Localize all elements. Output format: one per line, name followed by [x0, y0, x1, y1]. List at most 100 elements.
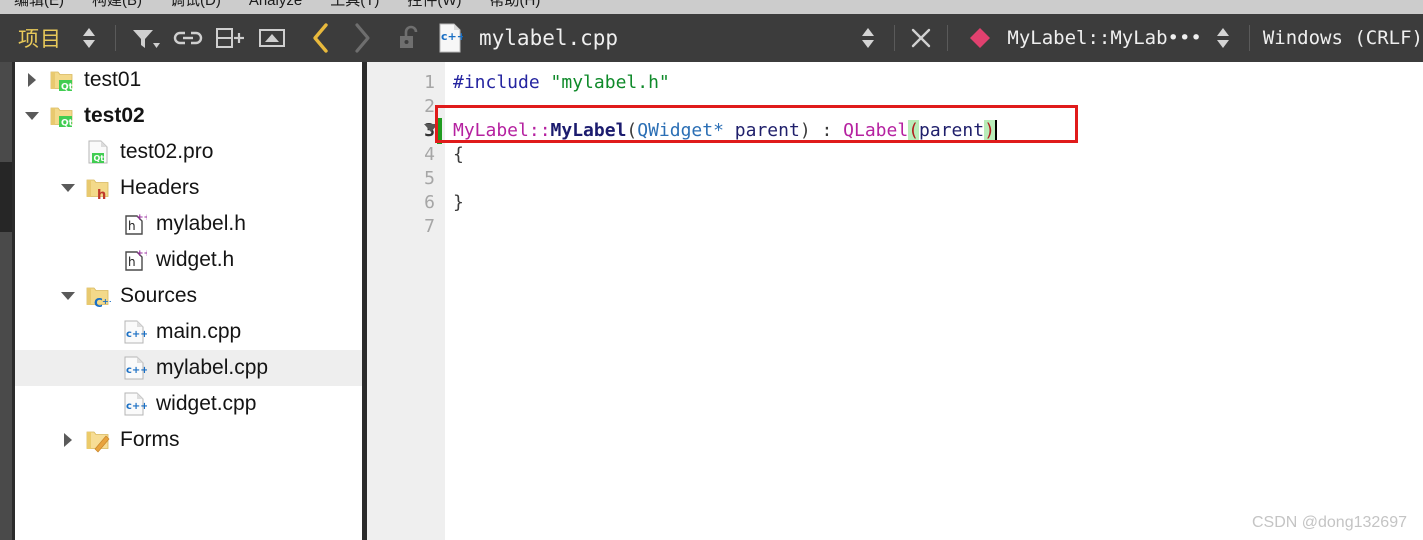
preprocessor-token: #include: [453, 72, 551, 93]
tree-item-headers[interactable]: h Headers: [15, 170, 362, 206]
qt-creator-window: 编辑(E) 构建(B) 调试(D) Analyze 工具(T) 控件(W) 帮助…: [0, 0, 1423, 540]
file-stepper-icon[interactable]: [851, 21, 885, 55]
cpp-file-icon: c++: [121, 355, 147, 381]
svg-text:h: h: [128, 219, 136, 233]
qt-project-folder-icon: Qt: [49, 67, 75, 93]
svg-text:h: h: [97, 188, 106, 201]
filter-funnel-icon[interactable]: [125, 21, 167, 55]
navigate-back-icon[interactable]: [301, 18, 341, 58]
code-editor[interactable]: #include "mylabel.h" MyLabel::MyLabel(QW…: [445, 62, 1423, 540]
menu-item-widgets[interactable]: 控件(W): [393, 0, 475, 14]
sources-folder-icon: C++: [85, 283, 111, 309]
navigate-forward-icon[interactable]: [341, 18, 381, 58]
code-line-4: {: [453, 144, 464, 165]
h-plusplus-file-icon: h++: [121, 211, 147, 237]
line-number: 5: [424, 168, 435, 189]
tree-item-label: Forms: [120, 428, 180, 451]
code-line-1: #include "mylabel.h": [453, 72, 670, 93]
tree-item-forms[interactable]: Forms: [15, 422, 362, 458]
link-chain-icon[interactable]: [167, 21, 209, 55]
tree-item-test02[interactable]: Qt test02: [15, 98, 362, 134]
h-plusplus-file-icon: h++: [121, 247, 147, 273]
tree-item-test02-pro[interactable]: Qt test02.pro: [15, 134, 362, 170]
symbol-diamond-icon: [963, 21, 997, 55]
line-ending-selector[interactable]: Windows (CRLF): [1259, 27, 1423, 49]
split-editor-icon[interactable]: [209, 21, 251, 55]
toolbar-divider-1: [115, 25, 116, 51]
tree-item-label: mylabel.cpp: [156, 356, 269, 379]
brace-close-token: }: [453, 192, 464, 213]
code-fold-triangle-icon[interactable]: [424, 124, 438, 132]
twisty-collapsed-icon[interactable]: [57, 429, 79, 451]
menu-item-edit[interactable]: 编辑(E): [0, 0, 78, 14]
line-number: 2: [424, 96, 435, 117]
unlocked-padlock-icon[interactable]: [391, 21, 425, 55]
line-number-gutter: 1234567: [367, 62, 445, 540]
tree-item-widget-h[interactable]: h++ widget.h: [15, 242, 362, 278]
tree-item-label: widget.h: [156, 248, 235, 271]
toolbar-divider-4: [1248, 25, 1250, 51]
init-colon-token: :: [810, 120, 844, 141]
tree-item-main-cpp[interactable]: c++ main.cpp: [15, 314, 362, 350]
mode-strip-active-segment[interactable]: [0, 162, 12, 232]
code-line-6: }: [453, 192, 464, 213]
editor-toolbar: 项目 c++ mylabel.cpp MyLabel::MyLab••• Win…: [0, 14, 1423, 62]
menu-item-debug[interactable]: 调试(D): [156, 0, 235, 14]
tree-item-mylabel-h[interactable]: h++ mylabel.h: [15, 206, 362, 242]
svg-text:Qt: Qt: [94, 154, 105, 163]
svg-text:c++: c++: [126, 365, 147, 376]
tree-item-label: test02: [84, 104, 145, 127]
tree-item-label: Sources: [120, 284, 198, 307]
svg-text:Qt: Qt: [61, 83, 74, 93]
symbol-stepper-icon[interactable]: [1206, 21, 1240, 55]
tree-item-test01[interactable]: Qt test01: [15, 62, 362, 98]
watermark-label: CSDN @dong132697: [1251, 514, 1407, 531]
twisty-collapsed-icon[interactable]: [21, 69, 43, 91]
menu-item-tools[interactable]: 工具(T): [316, 0, 393, 14]
svg-text:Qt: Qt: [61, 119, 74, 129]
tree-item-label: test01: [84, 68, 142, 91]
project-selector-label[interactable]: 项目: [0, 23, 72, 53]
menu-bar: 编辑(E) 构建(B) 调试(D) Analyze 工具(T) 控件(W) 帮助…: [0, 0, 1423, 14]
open-file-name[interactable]: mylabel.cpp: [467, 26, 618, 50]
tree-item-label: test02.pro: [120, 140, 214, 163]
collapse-panel-icon[interactable]: [251, 21, 293, 55]
headers-folder-icon: h: [85, 175, 111, 201]
tree-item-widget-cpp[interactable]: c++ widget.cpp: [15, 386, 362, 422]
svg-text:++: ++: [102, 297, 111, 306]
tree-item-sources[interactable]: C++ Sources: [15, 278, 362, 314]
svg-text:++: ++: [136, 249, 147, 259]
toolbar-divider-2: [894, 25, 896, 51]
twisty-expanded-icon[interactable]: [57, 177, 79, 199]
tree-item-label: Headers: [120, 176, 200, 199]
param-type-token: QWidget*: [637, 120, 724, 141]
param-name-token: parent: [723, 120, 800, 141]
cpp-file-icon: c++: [121, 319, 147, 345]
menu-item-build[interactable]: 构建(B): [78, 0, 156, 14]
tree-item-label: mylabel.h: [156, 212, 246, 235]
bracket-match-open: (: [908, 120, 920, 141]
close-document-icon[interactable]: [904, 21, 938, 55]
toolbar-divider-3: [947, 25, 949, 51]
svg-text:c++: c++: [441, 30, 463, 43]
forms-folder-icon: [85, 427, 111, 453]
paren-close-token: ): [799, 120, 811, 141]
line-number: 4: [424, 144, 435, 165]
class-scope-token: MyLabel::: [453, 120, 551, 141]
menu-item-help[interactable]: 帮助(H): [476, 0, 555, 14]
svg-text:c++: c++: [126, 401, 147, 412]
brace-open-token: {: [453, 144, 464, 165]
menu-item-analyze[interactable]: Analyze: [235, 0, 316, 14]
symbol-selector-label[interactable]: MyLabel::MyLab•••: [997, 27, 1201, 49]
up-down-stepper-icon[interactable]: [72, 21, 106, 55]
line-number: 6: [424, 192, 435, 213]
constructor-token: MyLabel: [550, 120, 627, 141]
paren-open-token: (: [626, 120, 638, 141]
twisty-expanded-icon[interactable]: [21, 105, 43, 127]
twisty-expanded-icon[interactable]: [57, 285, 79, 307]
svg-text:c++: c++: [126, 329, 147, 340]
base-class-token: QLabel: [843, 120, 909, 141]
line-number: 7: [424, 216, 435, 237]
base-arg-token: parent: [919, 120, 985, 141]
tree-item-mylabel-cpp[interactable]: c++ mylabel.cpp: [15, 350, 362, 386]
